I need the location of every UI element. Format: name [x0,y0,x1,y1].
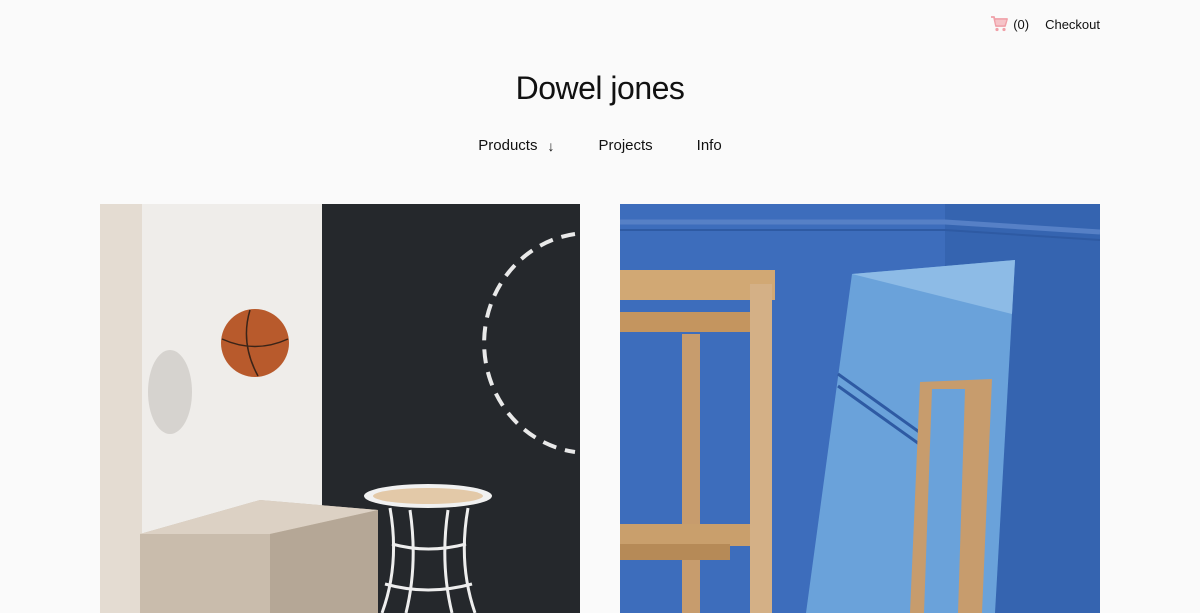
cart-icon [990,16,1009,32]
cart-link[interactable]: (0) [990,16,1029,32]
cart-count: (0) [1013,16,1030,32]
brand-logo[interactable]: Dowel jones [0,70,1200,107]
nav-info[interactable]: Info [697,137,722,154]
product-image [620,204,1100,613]
product-tile-mirror-scene[interactable] [620,204,1100,613]
product-image [100,204,580,613]
product-tile-basketball-scene[interactable] [100,204,580,613]
page: (0) Checkout Dowel jones Products ↓ Proj… [0,0,1200,613]
main-nav: Products ↓ Projects Info [0,137,1200,154]
nav-products-label: Products [478,137,538,154]
checkout-link[interactable]: Checkout [1045,17,1100,32]
arrow-down-icon: ↓ [547,137,555,154]
nav-products[interactable]: Products ↓ [478,137,554,154]
nav-projects[interactable]: Projects [598,137,652,154]
top-bar: (0) Checkout [990,16,1100,32]
